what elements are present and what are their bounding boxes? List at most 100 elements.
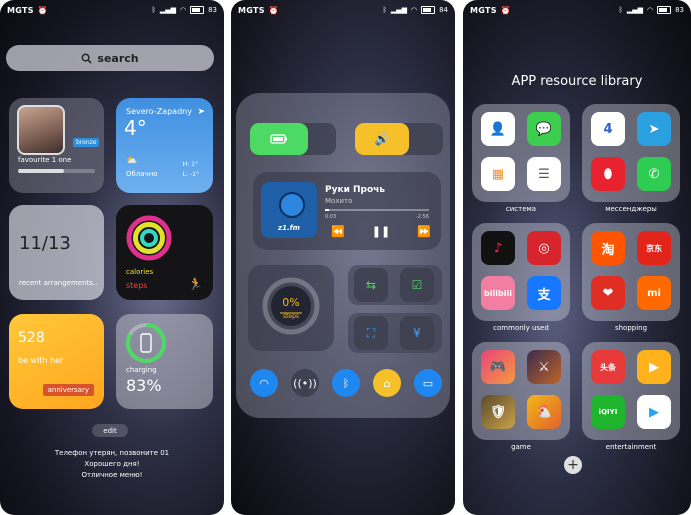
location-arrow-icon: ➤ [197,107,205,117]
anniversary-button[interactable]: anniversary [42,384,94,396]
bluetooth-icon[interactable]: ᛒ [332,369,360,397]
steps-widget[interactable]: 0% steps [248,265,334,351]
bilibili-icon[interactable]: bilibili [481,276,515,310]
partly-cloudy-icon: ⛅ [126,156,138,166]
folder-entertainment[interactable]: 头条 ▶ iQIYI ▶ [582,342,680,440]
folder-system[interactable]: 👤 💬 ▦ ☰ [472,104,570,202]
folder-game[interactable]: 🎮 ⚔ 🛡 🐔 [472,342,570,440]
activity-rings-icon [126,215,172,261]
search-bar[interactable]: search [6,45,214,71]
battery-icon [190,6,205,14]
home-icon[interactable]: ⌂ [373,369,401,397]
battery-icon [657,6,672,14]
track-title: Руки Прочь [325,185,386,195]
signal-icon: ▂▄▆ [626,6,643,14]
status-bar: MGTS ⏰ ᛒ ▂▄▆ ◠ 83 [463,0,691,20]
card-icon[interactable]: ▭ [414,369,442,397]
alarm-icon: ⏰ [37,5,48,15]
wifi-icon[interactable]: ◠ [250,369,278,397]
game-controller-icon[interactable]: 🎮 [481,350,515,384]
media-player[interactable]: z1.fm Руки Прочь Мохито 0:03 -2:56 ⏪ ❚❚ … [253,172,441,250]
folder-label: система [505,205,537,213]
search-label: search [97,51,139,65]
notes-icon[interactable]: ☰ [527,157,561,191]
folder-shopping[interactable]: 淘 京东 ❤ mi [582,223,680,321]
lock-message-line: Телефон утерян, позвоните 01 [54,449,170,457]
radio-logo-icon [279,192,305,218]
alipay-icon[interactable]: 支 [527,276,561,310]
chicken-game-icon[interactable]: 🐔 [527,395,561,429]
previous-icon[interactable]: ⏪ [331,225,345,238]
battery-icon [421,6,436,14]
charging-percent: 83% [126,376,162,395]
pause-icon[interactable]: ❚❚ [372,225,390,238]
weather-high: H: 1° [182,161,198,168]
play-icon[interactable]: ▶ [637,395,671,429]
speaker-icon: 🔊 [355,123,409,155]
album-art: z1.fm [261,182,317,238]
folder-label: shopping [614,324,648,332]
volume-slider[interactable]: 🔊 [355,123,443,155]
iqiyi-icon[interactable]: iQIYI [591,395,625,429]
folder-commonly-used[interactable]: ♪ ◎ bilibili 支 [472,223,570,321]
rotate-icon[interactable]: ⇆ [354,268,388,302]
carrier-name: MGTS [470,5,497,15]
jd-icon[interactable]: 京东 [637,231,671,265]
battery-saver-toggle[interactable] [250,123,336,155]
hotspot-icon[interactable]: ((•)) [291,369,319,397]
contacts-icon[interactable]: 👤 [481,112,515,146]
station-label: z1.fm [278,224,300,232]
lock-message-line: Отличное меню! [81,471,143,479]
battery-icon [270,134,287,144]
4pda-icon[interactable]: 4 [591,112,625,146]
folder-messengers[interactable]: 4 ➤ ⬮ ✆ [582,104,680,202]
app-library-screen: MGTS ⏰ ᛒ ▂▄▆ ◠ 83 APP resource library 👤… [463,0,691,515]
anniversary-subtitle: be with her [18,356,64,365]
netease-icon[interactable]: ◎ [527,231,561,265]
telegram-icon[interactable]: ➤ [637,112,671,146]
calendar-widget[interactable]: 11/13 recent arrangements.. [9,205,104,300]
mi-icon[interactable]: mi [637,276,671,310]
video-icon[interactable]: ▶ [637,350,671,384]
next-icon[interactable]: ⏩ [417,225,431,238]
battery-level: 83 [675,6,684,14]
hero-game-icon[interactable]: ⚔ [527,350,561,384]
search-icon [81,53,93,64]
track-progress[interactable] [325,209,429,211]
bluetooth-icon: ᛒ [382,6,387,14]
toutiao-icon[interactable]: 头条 [591,350,625,384]
weather-city: Severo-Zapadny [126,107,192,116]
carrier-name: MGTS [238,5,265,15]
page-title: APP resource library [511,74,643,89]
calculator-icon[interactable]: ▦ [481,157,515,191]
anniversary-widget[interactable]: 528 be with her anniversary [9,314,104,409]
status-bar: MGTS ⏰ ᛒ ▂▄▆ ◠ 83 [0,0,224,20]
taobao-icon[interactable]: 淘 [591,231,625,265]
weather-condition: Облачно [126,170,158,178]
folder-label: game [511,443,531,451]
edit-button[interactable]: edit [92,424,128,437]
status-bar: MGTS ⏰ ᛒ ▂▄▆ ◠ 84 [231,0,455,20]
egg-icon[interactable]: ⬮ [591,157,625,191]
wifi-icon: ◠ [410,6,418,14]
add-icon[interactable]: + [564,456,582,474]
pinduoduo-icon[interactable]: ❤ [591,276,625,310]
screenshot-icon[interactable]: ☑ [400,268,434,302]
tiktok-icon[interactable]: ♪ [481,231,515,265]
charging-widget[interactable]: charging 83% [116,314,213,409]
scan-icon[interactable]: ⛶ [354,316,388,350]
warrior-game-icon[interactable]: 🛡 [481,395,515,429]
whatsapp-icon[interactable]: ✆ [637,157,671,191]
bronze-badge: bronze [73,138,100,147]
weather-widget[interactable]: Severo-Zapadny ➤ 4° ⛅ Облачно H: 1° L: -… [116,98,213,193]
messages-icon[interactable]: 💬 [527,112,561,146]
payment-icon[interactable]: ¥ [400,316,434,350]
calendar-date: 11/13 [19,233,71,254]
carrier-name: MGTS [7,5,34,15]
elapsed-time: 0:03 [325,214,337,220]
activity-widget[interactable]: calories steps 🏃 [116,205,213,300]
favourite-widget[interactable]: bronze favourite 1 one [9,98,104,193]
lock-message-line: Хорошего дня! [84,460,140,468]
folder-label: entertainment [605,443,657,451]
weather-temperature: 4° [124,116,147,140]
